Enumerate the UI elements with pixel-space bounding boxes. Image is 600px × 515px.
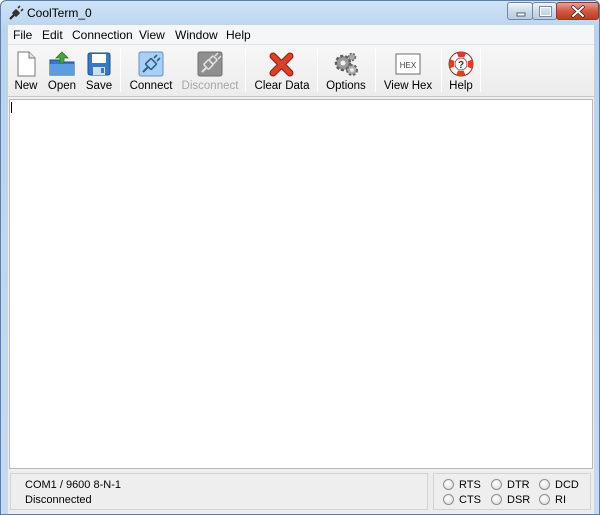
port-settings-text: COM1 / 9600 8-N-1 bbox=[25, 479, 121, 491]
open-label: Open bbox=[47, 80, 77, 92]
save-button[interactable]: Save bbox=[84, 48, 114, 94]
options-label: Options bbox=[326, 80, 366, 92]
toolbar-separator bbox=[317, 48, 318, 92]
cts-label: CTS bbox=[459, 494, 481, 506]
signal-lines-panel: RTS DTR DCD CTS DSR RI bbox=[433, 473, 591, 510]
toolbar-separator bbox=[480, 48, 481, 92]
plug-icon bbox=[138, 51, 164, 77]
disconnect-button[interactable]: Disconnect bbox=[181, 48, 239, 94]
menu-window[interactable]: Window bbox=[175, 28, 218, 42]
dtr-led-icon bbox=[491, 479, 502, 490]
menu-file[interactable]: File bbox=[13, 28, 32, 42]
window-title: CoolTerm_0 bbox=[27, 6, 92, 20]
menu-view[interactable]: View bbox=[139, 28, 165, 42]
open-folder-icon bbox=[49, 51, 75, 76]
close-button[interactable] bbox=[556, 2, 599, 20]
connect-button[interactable]: Connect bbox=[127, 48, 175, 94]
hex-icon: HEX bbox=[395, 53, 421, 75]
menu-bar: File Edit Connection View Window Help bbox=[8, 25, 594, 45]
toolbar-separator bbox=[245, 48, 246, 92]
unplug-icon bbox=[197, 51, 223, 77]
svg-text:?: ? bbox=[458, 60, 464, 71]
terminal-output[interactable] bbox=[9, 99, 593, 469]
view-hex-button[interactable]: HEX View Hex bbox=[381, 48, 435, 94]
disconnect-label: Disconnect bbox=[181, 80, 239, 92]
save-label: Save bbox=[85, 80, 113, 92]
rts-label: RTS bbox=[459, 479, 481, 491]
view-hex-label: View Hex bbox=[383, 80, 433, 92]
app-window: CoolTerm_0 File Edit Connection View Win… bbox=[0, 0, 600, 515]
open-button[interactable]: Open bbox=[45, 48, 79, 94]
ri-led-icon bbox=[539, 494, 550, 505]
text-caret bbox=[11, 102, 12, 113]
maximize-button[interactable] bbox=[532, 2, 557, 20]
hex-icon-text: HEX bbox=[400, 61, 417, 70]
title-bar[interactable]: CoolTerm_0 bbox=[1, 1, 599, 25]
menu-edit[interactable]: Edit bbox=[42, 28, 63, 42]
help-label: Help bbox=[449, 80, 473, 92]
new-button[interactable]: New bbox=[10, 48, 42, 94]
close-icon bbox=[571, 5, 585, 18]
minimize-button[interactable] bbox=[507, 2, 533, 20]
status-bar: COM1 / 9600 8-N-1 Disconnected RTS DTR D… bbox=[8, 471, 594, 514]
floppy-disk-icon bbox=[87, 52, 111, 76]
gears-icon bbox=[334, 52, 358, 76]
dcd-label: DCD bbox=[555, 479, 579, 491]
connection-status-panel: COM1 / 9600 8-N-1 Disconnected bbox=[10, 473, 428, 510]
options-button[interactable]: Options bbox=[323, 48, 369, 94]
clear-data-label: Clear Data bbox=[254, 80, 310, 92]
connect-label: Connect bbox=[129, 80, 173, 92]
ri-label: RI bbox=[555, 494, 566, 506]
dcd-led-icon bbox=[539, 479, 550, 490]
new-document-icon bbox=[17, 51, 36, 77]
dtr-label: DTR bbox=[507, 479, 530, 491]
coolterm-plug-icon bbox=[9, 5, 24, 20]
cts-led-icon bbox=[443, 494, 454, 505]
red-x-icon bbox=[269, 52, 294, 77]
connection-state-text: Disconnected bbox=[25, 494, 92, 506]
rts-led-icon bbox=[443, 479, 454, 490]
minimize-icon bbox=[516, 12, 526, 17]
client-area: File Edit Connection View Window Help Ne… bbox=[8, 25, 594, 514]
toolbar: New Open Save Connect Disconnect Clear D… bbox=[8, 45, 594, 97]
dsr-label: DSR bbox=[507, 494, 531, 506]
toolbar-separator bbox=[441, 48, 442, 92]
new-label: New bbox=[14, 80, 38, 92]
clear-data-button[interactable]: Clear Data bbox=[253, 48, 311, 94]
toolbar-separator bbox=[120, 48, 121, 92]
dsr-led-icon bbox=[491, 494, 502, 505]
toolbar-separator bbox=[375, 48, 376, 92]
maximize-icon bbox=[539, 6, 552, 17]
lifebuoy-icon: ? bbox=[448, 51, 474, 77]
help-button[interactable]: ? Help bbox=[446, 48, 476, 94]
menu-help[interactable]: Help bbox=[226, 28, 251, 42]
menu-connection[interactable]: Connection bbox=[72, 28, 133, 42]
